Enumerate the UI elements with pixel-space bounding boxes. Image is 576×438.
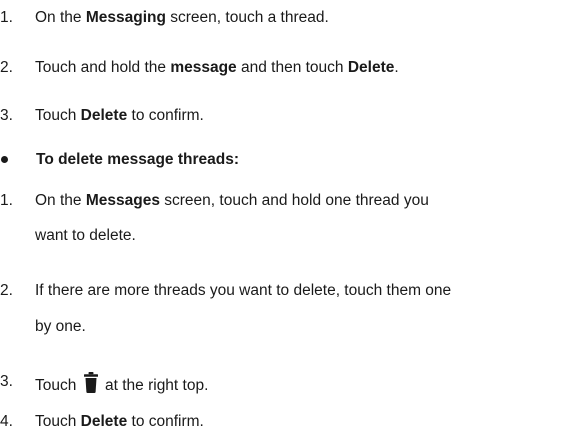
step-b1-continuation: want to delete. xyxy=(35,227,136,244)
step-text: Touch and hold the message and then touc… xyxy=(35,59,399,76)
step-number: 1. xyxy=(0,9,13,26)
step-number: 3. xyxy=(0,107,13,124)
step-number: 2. xyxy=(0,282,13,299)
step-number: 3. xyxy=(0,373,13,390)
step-b2-continuation: by one. xyxy=(35,318,86,335)
step-text: If there are more threads you want to de… xyxy=(35,282,452,299)
bullet-heading-text: To delete message threads: xyxy=(36,151,240,168)
step-text: On the Messages screen, touch and hold o… xyxy=(35,192,429,209)
step-text: On the Messaging screen, touch a thread. xyxy=(35,9,329,26)
step-number: 2. xyxy=(0,59,13,76)
step-text: Touch Delete to confirm. xyxy=(35,413,204,430)
trash-icon xyxy=(83,372,99,393)
step-number: 4. xyxy=(0,413,13,430)
step-number: 1. xyxy=(0,192,13,209)
step-text: Touch at the right top. xyxy=(35,372,208,396)
step-text: Touch Delete to confirm. xyxy=(35,107,204,124)
bullet-icon xyxy=(1,156,8,163)
